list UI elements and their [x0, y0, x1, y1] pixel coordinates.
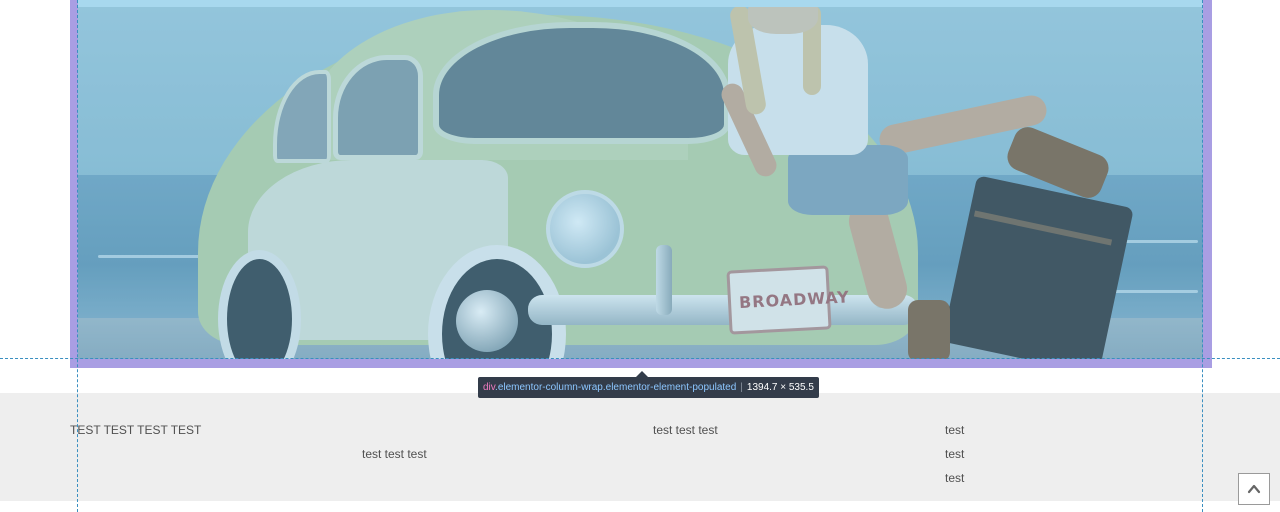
- column-3-text: test test test: [653, 423, 718, 437]
- column-4-item: test: [945, 423, 965, 437]
- tooltip-classes: .elementor-column-wrap.elementor-element…: [495, 382, 737, 393]
- guide-line-right: [1202, 0, 1203, 512]
- highlighted-element-overlay: BROADWAY: [70, 0, 1212, 368]
- content-section: TEST TEST TEST TEST test test test test …: [0, 393, 1280, 501]
- tooltip-tag: div: [483, 382, 496, 393]
- column-4-item: test: [945, 447, 965, 461]
- guide-line-horizontal: [0, 358, 1280, 359]
- tooltip-dimensions: 1394.7 × 535.5: [746, 382, 814, 393]
- element-inspect-tooltip: div.elementor-column-wrap.elementor-elem…: [478, 377, 819, 398]
- chevron-up-icon: [1247, 484, 1261, 494]
- highlight-padding-band: [78, 0, 1203, 7]
- hero-image: BROADWAY: [78, 0, 1203, 359]
- column-2-text: test test test: [362, 447, 427, 461]
- column-4-item: test: [945, 471, 965, 485]
- scroll-to-top-button[interactable]: [1238, 473, 1270, 505]
- guide-line-left: [77, 0, 78, 512]
- section-heading: TEST TEST TEST TEST: [70, 423, 202, 437]
